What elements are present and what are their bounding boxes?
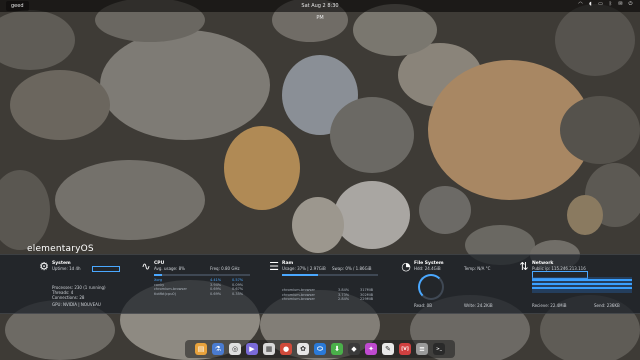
dock-app-toggle-icon[interactable]: ⬭	[314, 343, 326, 355]
process-value: 0.69%	[210, 291, 222, 296]
ram-section: ☰ Ram Usage: 37% | 2.97GiB Swap: 0% / 1.…	[268, 259, 383, 311]
dock: ▤ ⚗ ◎ ▶ ▦ ● ✿ ⬭ ⬇ ◆ ✦ ✎ [V] ≡ >_	[185, 340, 455, 358]
dock-app-media-icon[interactable]: ▶	[246, 343, 258, 355]
system-monitor-panel: ⚙ System Uptime: 1d 4h Processes: 230 (1…	[0, 254, 640, 314]
ram-usage: Usage: 37% | 2.97GiB	[282, 266, 326, 271]
filesystem-write: Write: 24.2KiB	[464, 303, 493, 308]
dock-app-chat-icon[interactable]: ✎	[382, 343, 394, 355]
network-icon: ⇅	[519, 260, 529, 273]
network-section: ⇅ Network Public ip: 115.246.213.116 Rec…	[518, 259, 636, 311]
panel-clock[interactable]: Sat Aug 2 8:30 PM	[300, 0, 340, 24]
volume-icon[interactable]: ◖	[587, 1, 594, 8]
dock-app-app-store-icon[interactable]: ◆	[348, 343, 360, 355]
power-icon[interactable]: ⏻	[627, 1, 634, 8]
ram-top-table: chromium-browser 3.84% 317MiB chromium-brow…	[282, 288, 378, 302]
applications-menu[interactable]: geed	[6, 1, 29, 11]
ram-swap: Swap: 0% / 1.86GiB	[332, 266, 372, 271]
process-value: 229MiB	[360, 297, 374, 302]
dock-app-calendar-icon[interactable]: ▦	[263, 343, 275, 355]
cpu-top-table: Xorg 4.41% 0.57% conky 3.94% 0.09% chromium-br…	[154, 278, 250, 296]
filesystem-hdd: Hdd: 24.4GiB	[414, 266, 441, 271]
disk-icon: ◔	[401, 260, 411, 273]
dock-app-download-icon[interactable]: ⬇	[331, 343, 343, 355]
connections-text: Connections: 28	[52, 295, 85, 300]
dock-app-chrome-icon[interactable]: ◎	[229, 343, 241, 355]
dock-app-console-icon[interactable]: >_	[433, 343, 445, 355]
indicator-area: ◠ ◖ ▭ ᛒ ✉ ⏻	[577, 1, 634, 8]
uptime-box	[92, 266, 120, 272]
mail-icon[interactable]: ✉	[617, 1, 624, 8]
dock-app-photos-icon[interactable]: ✿	[297, 343, 309, 355]
dock-app-vim-icon[interactable]: [V]	[399, 343, 411, 355]
uptime-label: Uptime:	[52, 266, 68, 271]
filesystem-temp: Temp: N/A °C	[464, 266, 491, 271]
dock-app-lab-icon[interactable]: ⚗	[212, 343, 224, 355]
top-panel: geed Sat Aug 2 8:30 PM ◠ ◖ ▭ ᛒ ✉ ⏻	[0, 0, 640, 21]
dock-app-terminal-red-icon[interactable]: ●	[280, 343, 292, 355]
desktop-brand-label: elementaryOS	[27, 244, 94, 254]
ram-usage-bar	[282, 274, 378, 276]
cpu-freq: Freq: 0.80 GHz	[210, 266, 240, 271]
dock-app-settings-icon[interactable]: ≡	[416, 343, 428, 355]
process-name: tlotfbt(cpu0)	[154, 291, 177, 296]
system-section: ⚙ System Uptime: 1d 4h Processes: 230 (1…	[38, 259, 138, 311]
network-traffic-graph	[532, 277, 632, 293]
wifi-icon[interactable]: ◠	[577, 1, 584, 8]
memory-icon: ☰	[269, 260, 279, 273]
process-value: 0.35%	[232, 291, 244, 296]
gpu-text: GPU: NVIDIA | NOUVEAU	[52, 302, 101, 307]
process-value: 2.84%	[338, 297, 350, 302]
gear-icon: ⚙	[39, 260, 49, 273]
network-receive: Recieve: 22.4MiB	[532, 303, 567, 308]
cpu-icon: ∿	[141, 260, 151, 273]
bluetooth-icon[interactable]: ᛒ	[607, 1, 614, 8]
dock-app-appcenter-icon[interactable]: ✦	[365, 343, 377, 355]
network-send: Send: 236KB	[594, 303, 620, 308]
process-row: tlotfbt(cpu0) 0.69% 0.35%	[154, 292, 250, 297]
uptime-value: 1d 4h	[69, 266, 81, 271]
battery-icon[interactable]: ▭	[597, 1, 604, 8]
process-row: chromium-browser 2.84% 229MiB	[282, 297, 378, 302]
disk-usage-gauge	[418, 274, 444, 300]
cpu-usage-bar	[154, 274, 250, 276]
filesystem-section: ◔ File System Hdd: 24.4GiB Temp: N/A °C …	[400, 259, 510, 311]
cpu-section: ∿ CPU Avg. usage: 8% Freq: 0.80 GHz Xorg…	[140, 259, 255, 311]
process-name: chromium-browser	[282, 297, 315, 302]
cpu-avg-usage: Avg. usage: 8%	[154, 266, 185, 271]
dock-app-files-icon[interactable]: ▤	[195, 343, 207, 355]
filesystem-read: Read: 0B	[414, 303, 432, 308]
